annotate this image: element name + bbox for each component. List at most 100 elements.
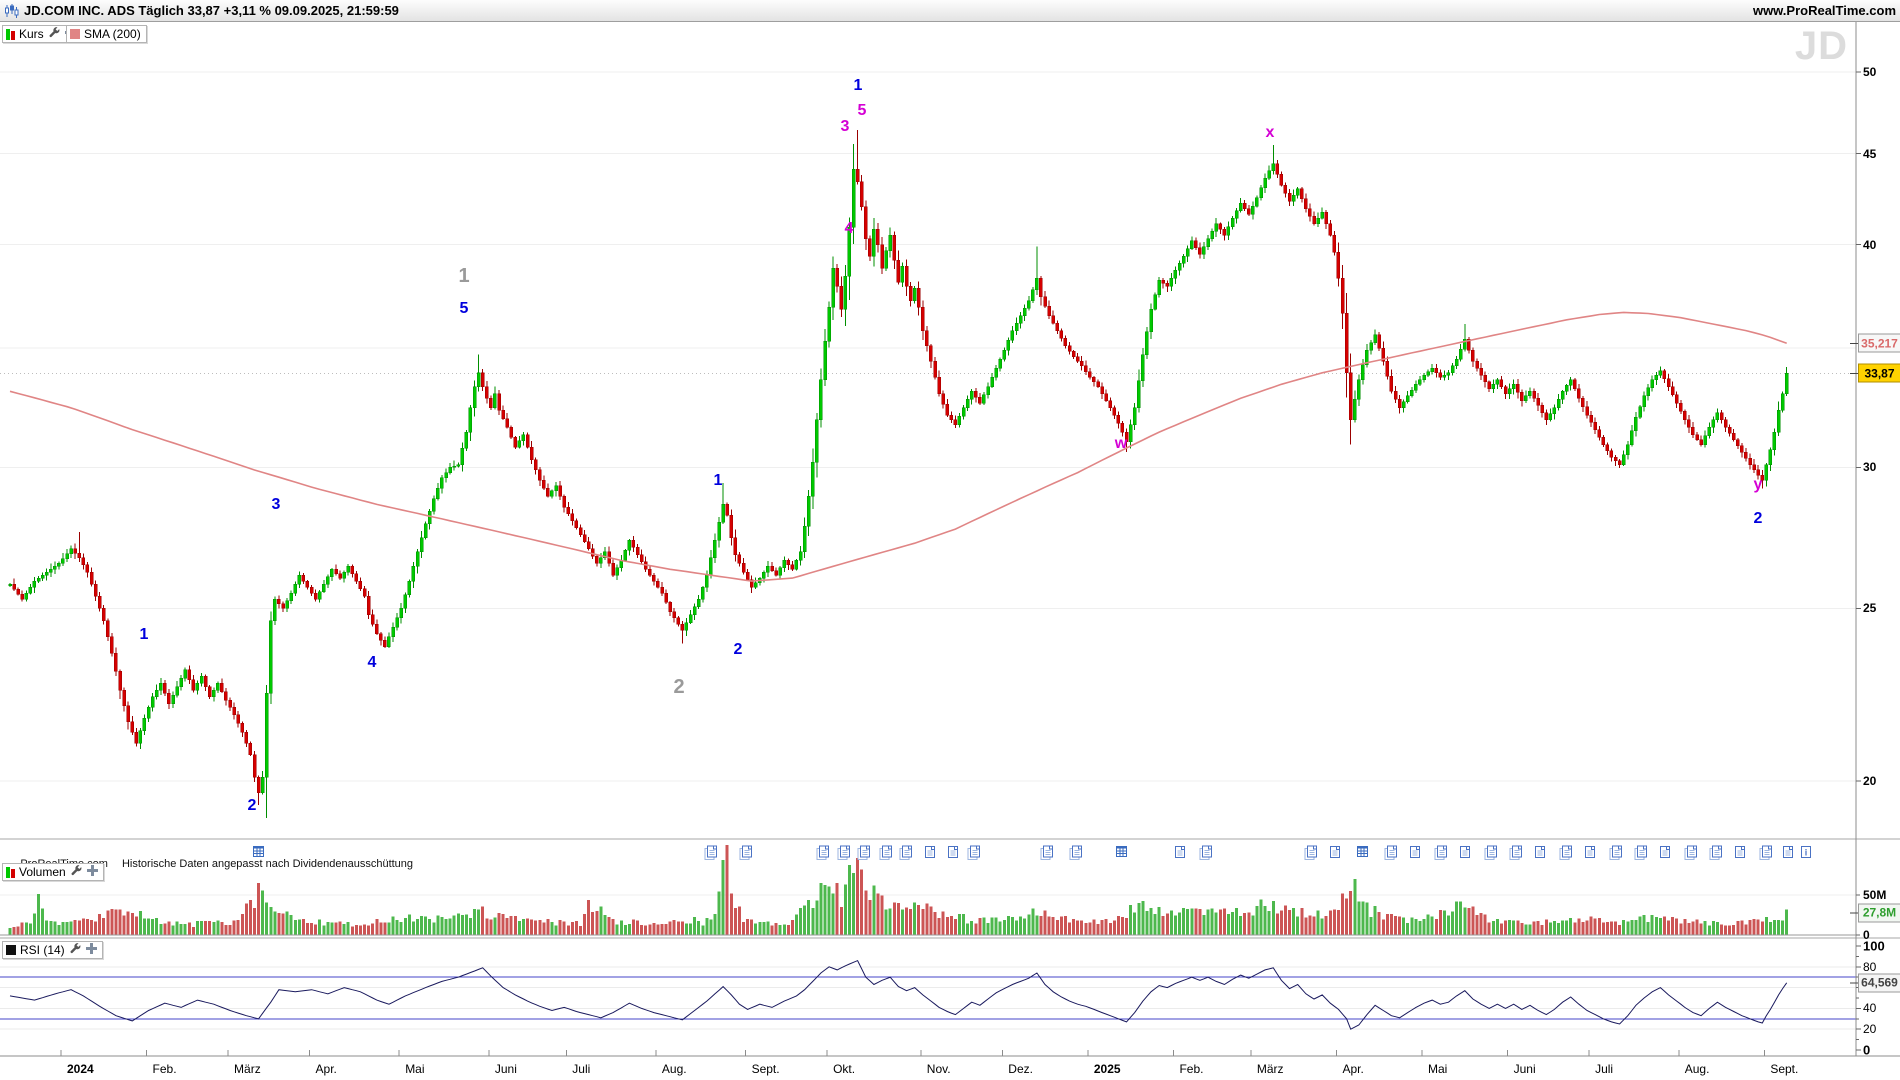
news-event-icon[interactable] [1069,845,1083,865]
sma-legend-chip[interactable]: SMA (200) [66,25,147,43]
news-event-icon[interactable] [739,845,753,865]
elliott-wave-label[interactable]: 3 [272,497,281,513]
news-event-icon[interactable] [704,845,718,865]
news-event-icon[interactable] [1684,845,1698,865]
news-event-icon[interactable] [1659,845,1671,864]
volume-add-plus-icon[interactable] [87,865,98,879]
news-event-icon[interactable] [879,845,893,865]
news-event-icon[interactable] [1559,845,1573,865]
time-axis-label: Dez. [1008,1062,1033,1076]
chart-area[interactable]: JD Kurs SMA (200) ProRealTime.comHistori… [0,22,1900,1080]
news-event-icon[interactable] [1509,845,1523,865]
price-chart-canvas[interactable] [0,22,1900,1080]
news-event-icon[interactable] [1484,845,1498,865]
elliott-wave-label[interactable]: 1 [854,78,863,94]
sma200-line[interactable] [10,312,1787,581]
time-axis-label: Okt. [833,1062,855,1076]
elliott-wave-label[interactable]: 1 [714,473,723,489]
elliott-wave-label[interactable]: x [1266,125,1275,141]
price-axis-label: 40 [1863,238,1876,252]
news-event-icon[interactable] [1782,845,1794,864]
elliott-wave-label[interactable]: 2 [673,677,684,697]
time-axis-label: Juni [1514,1062,1536,1076]
elliott-wave-label[interactable]: 5 [858,103,867,119]
elliott-wave-label[interactable]: 4 [368,655,377,671]
news-event-icon[interactable] [1174,845,1186,864]
last-price-label: 33,87 [1858,364,1900,383]
price-axis-label: 45 [1863,147,1876,161]
candles-legend-icon [6,29,15,40]
time-axis-label: Feb. [1179,1062,1203,1076]
news-event-icon[interactable] [1734,845,1746,864]
time-axis-label: Sept. [752,1062,780,1076]
news-event-icon[interactable] [1384,845,1398,865]
elliott-wave-label[interactable]: 2 [248,798,257,814]
elliott-wave-label[interactable]: 2 [734,642,743,658]
footer-adjustment-note: Historische Daten angepasst nach Dividen… [122,858,413,870]
elliott-wave-label[interactable]: y [1754,477,1763,493]
news-event-icon[interactable] [1709,845,1723,865]
news-event-icon[interactable] [967,845,981,865]
time-axis-label: März [1257,1062,1284,1076]
news-event-icon[interactable] [1634,845,1648,865]
title-bar: JD.COM INC. ADS Täglich 33,87 +3,11 % 09… [0,0,1900,22]
news-event-icon[interactable] [837,845,851,865]
price-settings-wrench-icon[interactable] [48,27,61,42]
elliott-wave-label[interactable]: 5 [460,301,469,317]
volume-legend-icon [6,867,15,878]
candlesticks [9,130,1789,818]
time-axis-label: Aug. [1685,1062,1710,1076]
instrument-title: JD.COM INC. ADS Täglich 33,87 +3,11 % 09… [24,3,399,18]
news-event-icon[interactable] [1609,845,1623,865]
news-event-icon[interactable] [1329,845,1341,864]
news-event-icon[interactable] [1115,845,1128,863]
news-event-icon[interactable] [947,845,959,864]
candlestick-chart-icon[interactable] [3,3,19,19]
volume-value-label: 27,8M [1858,903,1900,922]
news-event-icon[interactable] [1434,845,1448,865]
rsi-add-plus-icon[interactable] [86,943,97,957]
time-axis-label: Mai [405,1062,424,1076]
news-event-icon[interactable] [252,845,265,863]
news-event-icon[interactable] [857,845,871,865]
volume-settings-wrench-icon[interactable] [70,865,83,880]
news-event-icon[interactable] [924,845,936,864]
volume-legend-label: Volumen [19,865,66,879]
elliott-wave-label[interactable]: w [1115,436,1127,452]
news-event-icon[interactable] [899,845,913,865]
elliott-wave-label[interactable]: 2 [1754,511,1763,527]
news-event-icon[interactable] [1199,845,1213,865]
rsi-axis-label: 0 [1863,1043,1870,1058]
time-axis-label: Feb. [153,1062,177,1076]
news-event-icon[interactable] [1584,845,1596,864]
news-event-icon[interactable] [1356,845,1369,863]
sma-legend-swatch [70,29,80,39]
rsi-axis-label: 80 [1863,960,1876,974]
volume-legend-chip[interactable]: Volumen [2,863,104,881]
provider-url: www.ProRealTime.com [1753,3,1896,18]
rsi-value-label: 64,569 [1858,973,1900,992]
news-event-icon[interactable] [1409,845,1421,864]
news-event-icon[interactable] [1759,845,1773,865]
news-event-icon[interactable] [1304,845,1318,865]
elliott-wave-label[interactable]: 1 [140,627,149,643]
svg-text:i: i [1805,848,1808,858]
prorealtime-window: JD.COM INC. ADS Täglich 33,87 +3,11 % 09… [0,0,1900,1080]
rsi-legend-swatch [6,945,16,955]
news-event-icon[interactable] [1459,845,1471,864]
sma-value-label: 35,217 [1858,334,1900,353]
volume-axis-label: 50M [1863,888,1886,902]
time-axis-label: Aug. [662,1062,687,1076]
rsi-legend-chip[interactable]: RSI (14) [2,941,103,959]
elliott-wave-label[interactable]: 3 [841,119,850,135]
elliott-wave-label[interactable]: 1 [458,266,469,286]
news-event-icon[interactable] [1534,845,1546,864]
news-event-icon[interactable] [816,845,830,865]
rsi-settings-wrench-icon[interactable] [69,943,82,958]
news-event-icon[interactable] [1040,845,1054,865]
news-event-icon[interactable]: i [1800,845,1812,864]
elliott-wave-label[interactable]: 4 [845,221,854,237]
rsi-axis-label: 100 [1863,939,1885,954]
time-axis-label: Apr. [1342,1062,1363,1076]
time-axis-label: Juni [495,1062,517,1076]
